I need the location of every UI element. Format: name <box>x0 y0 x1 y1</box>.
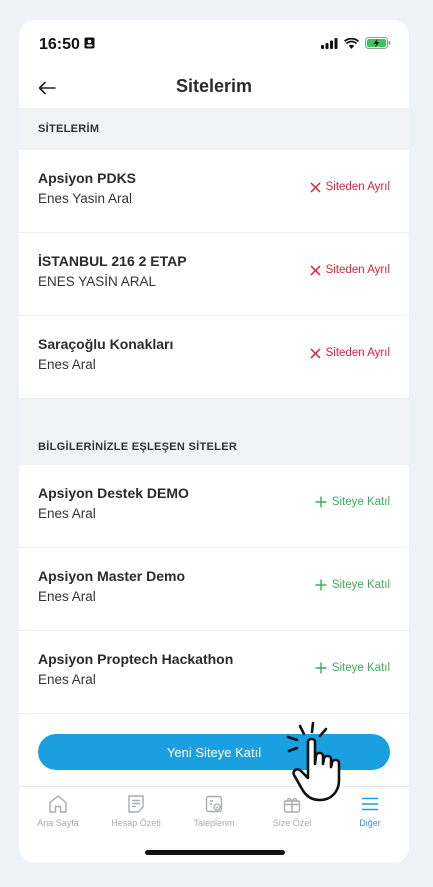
section-header-my-sites: SİTELERİM <box>19 108 409 150</box>
status-time: 16:50 <box>39 36 95 54</box>
leave-site-button[interactable]: Siteden Ayrıl <box>310 264 390 276</box>
resident-name: Enes Yasin Aral <box>38 191 133 206</box>
plus-icon <box>315 662 327 674</box>
wifi-icon <box>343 36 360 54</box>
menu-icon <box>362 797 378 811</box>
navigation-bar: Sitelerim <box>19 68 409 108</box>
resident-name: Enes Aral <box>38 506 96 521</box>
tab-bar: Ana Sayfa Hesap Özeti Taleplerim Size Öz… <box>19 786 409 837</box>
tab-label: Taleplerim <box>193 818 235 828</box>
tab-for-you[interactable]: Size Özel <box>253 787 331 837</box>
tab-label: Diğer <box>359 818 381 828</box>
status-bar: 16:50 <box>19 20 409 68</box>
join-site-button[interactable]: Siteye Katıl <box>315 662 390 674</box>
join-site-button[interactable]: Siteye Katıl <box>315 579 390 591</box>
resident-name: Enes Aral <box>38 672 96 687</box>
plus-icon <box>315 496 327 508</box>
leave-site-button[interactable]: Siteden Ayrıl <box>310 347 390 359</box>
site-name: Apsiyon Master Demo <box>38 568 186 584</box>
page-title: Sitelerim <box>175 76 253 96</box>
home-icon <box>49 795 67 813</box>
site-name: Apsiyon Destek DEMO <box>38 485 189 501</box>
plus-icon <box>315 579 327 591</box>
site-row: Apsiyon Proptech Hackathon Enes Aral Sit… <box>19 631 409 714</box>
leave-site-label: Siteden Ayrıl <box>325 181 390 193</box>
bottom-area: Yeni Siteye Katıl Ana Sayfa Hesap Özeti … <box>19 718 409 863</box>
site-row: Apsiyon Destek DEMO Enes Aral Siteye Kat… <box>19 465 409 548</box>
tab-label: Ana Sayfa <box>37 818 79 828</box>
id-card-icon <box>84 36 95 54</box>
sites-list[interactable]: SİTELERİM Apsiyon PDKS Enes Yasin Aral S… <box>19 108 409 718</box>
clock: 16:50 <box>39 36 80 53</box>
tab-requests[interactable]: Taleplerim <box>175 787 253 837</box>
site-name: Saraçoğlu Konakları <box>38 336 174 352</box>
signal-icon <box>321 36 338 54</box>
leave-site-button[interactable]: Siteden Ayrıl <box>310 181 390 193</box>
status-icons <box>321 36 391 54</box>
tab-account-summary[interactable]: Hesap Özeti <box>97 787 175 837</box>
tab-label: Size Özel <box>272 818 312 828</box>
join-site-label: Siteye Katıl <box>331 496 390 508</box>
site-row: Apsiyon Master Demo Enes Aral Siteye Kat… <box>19 548 409 631</box>
join-new-site-button[interactable]: Yeni Siteye Katıl <box>38 734 390 770</box>
leave-site-label: Siteden Ayrıl <box>325 264 390 276</box>
resident-name: Enes Aral <box>38 357 96 372</box>
leave-site-label: Siteden Ayrıl <box>325 347 390 359</box>
tab-more[interactable]: Diğer <box>331 787 409 837</box>
phone-screen: 16:50 Sitelerim SİTELERİM Apsiyon PDKS E… <box>19 20 409 863</box>
battery-charging-icon <box>365 36 391 54</box>
site-row: Saraçoğlu Konakları Enes Aral Siteden Ay… <box>19 316 409 399</box>
statement-icon <box>128 795 144 813</box>
site-row: Apsiyon PDKS Enes Yasin Aral Siteden Ayr… <box>19 150 409 233</box>
site-row: İSTANBUL 216 2 ETAP ENES YASİN ARAL Site… <box>19 233 409 316</box>
join-site-button[interactable]: Siteye Katıl <box>315 496 390 508</box>
join-site-label: Siteye Katıl <box>331 662 390 674</box>
close-icon <box>310 264 321 276</box>
close-icon <box>310 181 321 193</box>
join-site-label: Siteye Katıl <box>331 579 390 591</box>
requests-icon <box>205 795 223 813</box>
home-indicator <box>145 850 285 855</box>
resident-name: ENES YASİN ARAL <box>38 274 157 289</box>
close-icon <box>310 347 321 359</box>
gift-icon <box>283 797 301 813</box>
tab-label: Hesap Özeti <box>111 818 161 828</box>
section-header-matching-sites: BİLGİLERİNİZLE EŞLEŞEN SİTELER <box>19 399 409 465</box>
site-name: Apsiyon PDKS <box>38 170 137 186</box>
resident-name: Enes Aral <box>38 589 96 604</box>
tab-home[interactable]: Ana Sayfa <box>19 787 97 837</box>
site-name: Apsiyon Proptech Hackathon <box>38 651 234 667</box>
site-name: İSTANBUL 216 2 ETAP <box>38 253 187 269</box>
